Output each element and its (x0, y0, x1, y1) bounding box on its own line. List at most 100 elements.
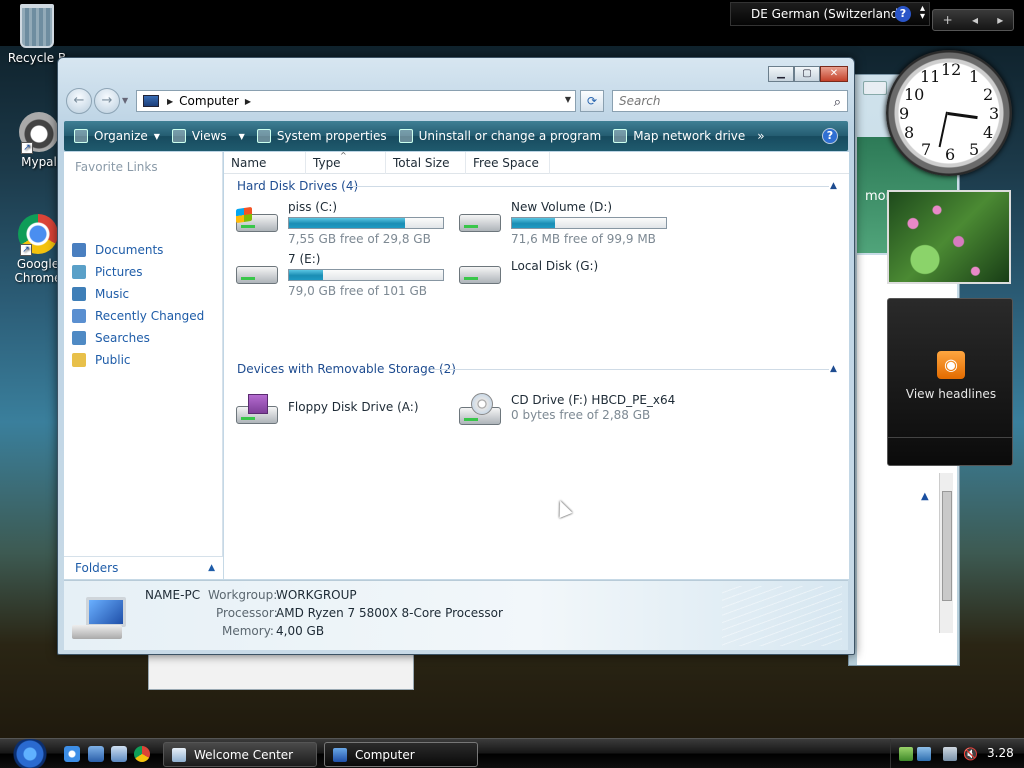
desktop-icon-recycle-bin[interactable]: Recycle B (2, 4, 72, 65)
slideshow-gadget[interactable] (887, 190, 1011, 284)
column-header-name[interactable]: Name (224, 152, 306, 174)
feed-headlines-gadget[interactable]: ◉ View headlines (887, 298, 1013, 466)
chevron-up-icon[interactable]: ▲ (208, 557, 215, 579)
folders-toggle[interactable]: Folders ▲ (64, 556, 223, 579)
sort-ascending-icon: ^ (340, 151, 347, 160)
uninstall-program-button[interactable]: Uninstall or change a program (393, 121, 608, 151)
organize-button[interactable]: Organize ▼ (64, 121, 166, 151)
drive-c[interactable]: piss (C:) 7,55 GB free of 29,8 GB (234, 200, 454, 248)
close-button[interactable]: ✕ (820, 66, 848, 82)
help-icon[interactable]: ? (822, 128, 838, 144)
breadcrumb-arrow-icon[interactable]: ▶ (245, 97, 251, 106)
pc-base-shape (72, 625, 122, 639)
taskbar-item-welcome-center[interactable]: Welcome Center (163, 742, 317, 767)
address-bar[interactable]: ▶ Computer ▶ ▼ (136, 90, 576, 112)
sidebar-next-button[interactable]: ▸ (997, 13, 1003, 27)
collapse-up-icon[interactable]: ▲ (921, 491, 929, 502)
organize-icon (74, 129, 88, 143)
drive-usage-fill (512, 218, 556, 228)
scrollbar-thumb[interactable] (942, 491, 952, 601)
toolbar-overflow-button[interactable]: » (751, 121, 770, 151)
column-header-type[interactable]: Type ^ (306, 151, 386, 174)
nav-link-documents[interactable]: Documents (72, 241, 163, 259)
start-button[interactable] (9, 739, 51, 768)
nav-link-label: Pictures (95, 265, 143, 279)
clock-numeral: 11 (920, 67, 941, 86)
language-bar-minimize-icon[interactable]: ▴ ▾ (920, 4, 925, 22)
nav-link-public[interactable]: Public (72, 351, 131, 369)
clock-gadget[interactable]: 12 1 2 3 4 5 6 7 8 9 10 11 (886, 50, 1012, 176)
taskbar-item-label: Welcome Center (194, 747, 294, 762)
network-icon[interactable] (917, 747, 931, 761)
language-bar[interactable]: DE German (Switzerland) ? ▴ ▾ (730, 2, 930, 26)
mypal-icon: ↗ (19, 112, 59, 154)
uninstall-label: Uninstall or change a program (418, 129, 602, 143)
view-headlines-label[interactable]: View headlines (888, 387, 1014, 401)
drive-name: 7 (E:) (288, 252, 321, 266)
drive-g[interactable]: Local Disk (G:) (457, 259, 677, 308)
sidebar-prev-button[interactable]: ◂ (972, 13, 978, 27)
group-hard-disk-drives[interactable]: Hard Disk Drives (4) ▲ (237, 178, 842, 194)
map-network-drive-button[interactable]: Map network drive (607, 121, 751, 151)
refresh-button[interactable]: ⟳ (580, 90, 604, 112)
search-input[interactable]: Search ⌕ (612, 90, 848, 112)
drive-e[interactable]: 7 (E:) 79,0 GB free of 101 GB (234, 252, 454, 300)
drive-f-cd[interactable]: CD Drive (F:) HBCD_PE_x64 0 bytes free o… (457, 393, 697, 441)
command-toolbar: Organize ▼ Views ▼ System properties Unins… (64, 121, 848, 151)
show-desktop-icon[interactable] (88, 746, 104, 762)
language-help-icon[interactable]: ? (895, 6, 911, 22)
nav-link-searches[interactable]: Searches (72, 329, 150, 347)
minimize-button[interactable] (863, 81, 887, 95)
column-header-total-size[interactable]: Total Size (386, 152, 466, 174)
collapse-group-icon[interactable]: ▲ (830, 364, 837, 374)
group-title: Hard Disk Drives (4) (237, 179, 359, 193)
scrollbar[interactable] (939, 473, 953, 633)
drive-d[interactable]: New Volume (D:) 71,6 MB free of 99,9 MB (457, 200, 677, 248)
feed-divider (888, 437, 1012, 438)
drive-a-floppy[interactable]: Floppy Disk Drive (A:) (234, 394, 454, 448)
nav-link-pictures[interactable]: Pictures (72, 263, 143, 281)
back-button[interactable]: ← (66, 88, 92, 114)
pictures-icon (72, 265, 86, 279)
views-button[interactable]: Views ▼ (166, 121, 251, 151)
hdd-shape (236, 266, 278, 284)
workgroup-value: WORKGROUP (276, 588, 357, 602)
nav-link-music[interactable]: Music (72, 285, 129, 303)
sidebar-add-gadget-button[interactable]: + (943, 13, 953, 27)
clock-numeral: 2 (983, 85, 994, 104)
clock-numeral: 7 (921, 140, 932, 159)
floppy-drive-icon (234, 394, 280, 426)
internet-explorer-icon[interactable] (64, 746, 80, 762)
maximize-button[interactable]: ▢ (794, 66, 820, 82)
drive-name: New Volume (D:) (511, 200, 613, 214)
search-icon[interactable]: ⌕ (834, 93, 841, 113)
monitor-shape (86, 597, 126, 627)
breadcrumb-arrow-icon[interactable]: ▶ (167, 97, 173, 106)
column-header-free-space[interactable]: Free Space (466, 152, 550, 174)
display-icon[interactable] (943, 747, 957, 761)
minimize-button[interactable]: ▁ (768, 66, 794, 82)
breadcrumb-computer[interactable]: Computer (179, 94, 239, 108)
drive-usage-bar (288, 269, 444, 281)
clock-numeral: 3 (989, 104, 1000, 123)
system-properties-button[interactable]: System properties (251, 121, 393, 151)
group-removable-storage[interactable]: Devices with Removable Storage (2) ▲ (237, 361, 842, 377)
explorer-window[interactable]: ▁ ▢ ✕ ← → ▼ ▶ Computer ▶ ▼ ⟳ Search ⌕ Or… (57, 57, 855, 655)
clock-numeral: 6 (945, 145, 956, 164)
forward-button[interactable]: → (94, 88, 120, 114)
nav-link-recently-changed[interactable]: Recently Changed (72, 307, 204, 325)
taskbar-clock[interactable]: 3.28 (987, 746, 1014, 760)
chrome-icon[interactable] (134, 746, 150, 762)
hard-drive-icon (234, 260, 280, 286)
switch-windows-icon[interactable] (111, 746, 127, 762)
search-placeholder: Search (619, 94, 661, 108)
address-dropdown-icon[interactable]: ▼ (565, 95, 571, 104)
security-center-icon[interactable] (899, 747, 913, 761)
taskbar-item-computer[interactable]: Computer (324, 742, 478, 767)
background-window-bottom (148, 650, 414, 690)
collapse-group-icon[interactable]: ▲ (830, 181, 837, 191)
file-list[interactable]: Name Type ^ Total Size Free Space Hard Di… (224, 151, 849, 579)
recent-pages-dropdown-icon[interactable]: ▼ (122, 96, 128, 105)
volume-muted-icon[interactable]: 🔇 (963, 747, 978, 761)
hard-drive-icon (457, 260, 503, 286)
